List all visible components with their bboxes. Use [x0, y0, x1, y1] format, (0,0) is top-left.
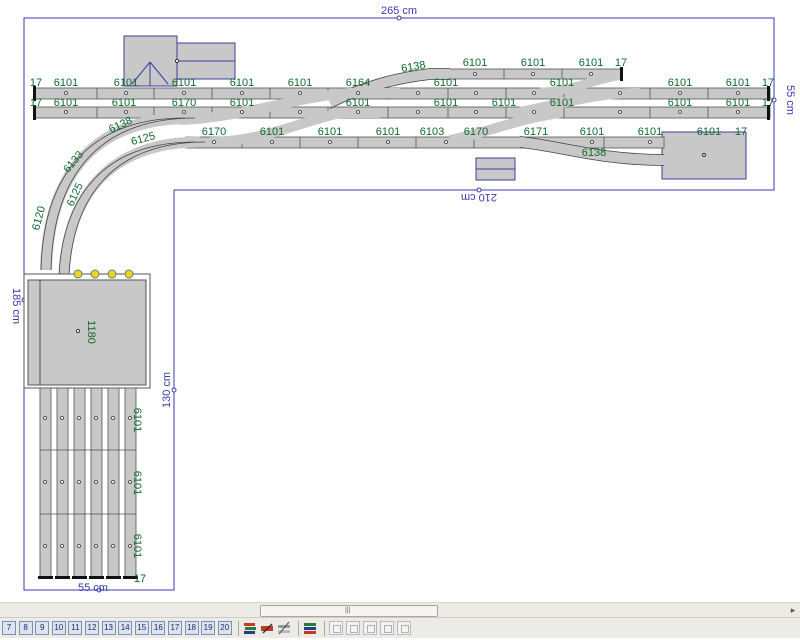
toolbar-separator	[324, 620, 326, 636]
layer-button[interactable]: 9	[35, 621, 50, 635]
dim-bottom-width: 55 cm	[78, 582, 108, 594]
layer-button[interactable]: 12	[84, 621, 99, 635]
disabled-tool-icon	[329, 621, 344, 635]
label-row2-4: 6101	[230, 97, 254, 109]
label-row2-2: 6101	[112, 97, 136, 109]
label-row3-5: 6170	[464, 126, 488, 138]
label-row3-2: 6101	[318, 126, 342, 138]
label-vertical-1: 6101	[131, 471, 143, 495]
layer-button[interactable]: 18	[184, 621, 199, 635]
label-row1b-2: 6101	[521, 57, 545, 69]
vertical-joints	[40, 449, 136, 515]
label-vertical-2: 6101	[131, 534, 143, 558]
label-row2-8: 6101	[550, 97, 574, 109]
label-row1b-4: 17	[615, 57, 627, 69]
label-row1-7: 6101	[434, 77, 458, 89]
label-row3-3: 6101	[376, 126, 400, 138]
track-row-1[interactable]	[33, 87, 771, 100]
dim-left-depth: 185 cm	[10, 288, 22, 324]
label-row1-1: 6101	[54, 77, 78, 89]
label-curve-5: 6138	[582, 147, 606, 159]
label-row3-6: 6171	[524, 126, 548, 138]
vertical-tracks[interactable]	[39, 387, 137, 579]
layer-button[interactable]: 13	[101, 621, 116, 635]
dim-inner-width: 210 cm	[461, 191, 497, 203]
building-marker	[174, 58, 180, 64]
label-vertical-end: 17	[134, 573, 146, 585]
layout-canvas[interactable]: 265 cm 55 cm 210 cm 185 cm 130 cm 55 cm	[0, 0, 800, 602]
label-row1-6: 6164	[346, 77, 370, 89]
turntable-marker	[75, 328, 81, 334]
label-row3-1: 6101	[260, 126, 284, 138]
turntable-label: 1180	[85, 320, 97, 344]
label-row2-3: 6170	[172, 97, 196, 109]
label-row3-10: 17	[735, 126, 747, 138]
scroll-right-icon[interactable]: ▸	[786, 603, 800, 617]
toolbar-separator	[298, 620, 300, 636]
track-row-2[interactable]	[33, 106, 771, 119]
scrollbar-thumb[interactable]: |||	[260, 605, 438, 617]
turntable-bridge[interactable]	[27, 279, 41, 386]
label-row1-11: 17	[762, 77, 774, 89]
dim-right-depth: 55 cm	[784, 85, 796, 115]
label-row1b-3: 6101	[579, 57, 603, 69]
toolbar-separator	[238, 620, 240, 636]
layer-button[interactable]: 19	[201, 621, 216, 635]
layers-stack-icon[interactable]	[243, 621, 257, 635]
label-row3-4: 6103	[420, 126, 444, 138]
layer-button[interactable]: 16	[151, 621, 166, 635]
label-row2-10: 6101	[726, 97, 750, 109]
label-row2-1: 6101	[54, 97, 78, 109]
label-row1-9: 6101	[668, 77, 692, 89]
label-row3-7: 6101	[580, 126, 604, 138]
horizontal-scrollbar[interactable]: ||| ▸	[0, 602, 800, 618]
layer-edit-icon[interactable]	[260, 621, 274, 635]
layer-button[interactable]: 10	[51, 621, 66, 635]
dim-top-width: 265 cm	[381, 5, 417, 17]
label-row1-2: 6101	[230, 77, 254, 89]
track-plan[interactable]: 265 cm 55 cm 210 cm 185 cm 130 cm 55 cm	[0, 0, 800, 602]
dim-inner-depth: 130 cm	[161, 372, 173, 408]
layer-hide-icon[interactable]	[277, 621, 291, 635]
grip-icon: |||	[345, 607, 351, 614]
label-row1-3: 6101	[288, 77, 312, 89]
label-row3-8: 6101	[638, 126, 662, 138]
layer-button[interactable]: 17	[167, 621, 182, 635]
label-row3-9: 6101	[697, 126, 721, 138]
label-row1-4: 6101	[172, 77, 196, 89]
label-row1b-1: 6101	[463, 57, 487, 69]
label-row2-5: 6101	[346, 97, 370, 109]
disabled-tool-icon	[380, 621, 395, 635]
building-marker	[702, 153, 706, 157]
disabled-tool-icon	[363, 621, 378, 635]
layer-button[interactable]: 11	[68, 621, 83, 635]
layer-button[interactable]: 15	[134, 621, 149, 635]
disabled-tool-icon	[397, 621, 412, 635]
layer-button[interactable]: 8	[18, 621, 33, 635]
disabled-tool-icon	[346, 621, 361, 635]
layer-button[interactable]: 7	[2, 621, 16, 635]
layer-button[interactable]: 20	[217, 621, 232, 635]
label-row1-8: 6101	[550, 77, 574, 89]
label-row2-6: 6101	[434, 97, 458, 109]
label-row3-0: 6170	[202, 126, 226, 138]
label-row1-5: 6101	[114, 77, 138, 89]
label-row1-0: 17	[30, 77, 42, 89]
curves[interactable]	[40, 112, 206, 276]
layer-toolbar: 7 8 9 10 11 12 13 14 15 16 17 18 19 20	[0, 617, 800, 638]
label-row1-10: 6101	[726, 77, 750, 89]
label-row2-0: 17	[30, 97, 42, 109]
label-vertical-0: 6101	[131, 408, 143, 432]
label-row2-9: 6101	[668, 97, 692, 109]
layers-all-icon[interactable]	[303, 621, 317, 635]
label-row2-11: 17	[762, 97, 774, 109]
layer-button[interactable]: 14	[118, 621, 133, 635]
label-row2-7: 6101	[492, 97, 516, 109]
